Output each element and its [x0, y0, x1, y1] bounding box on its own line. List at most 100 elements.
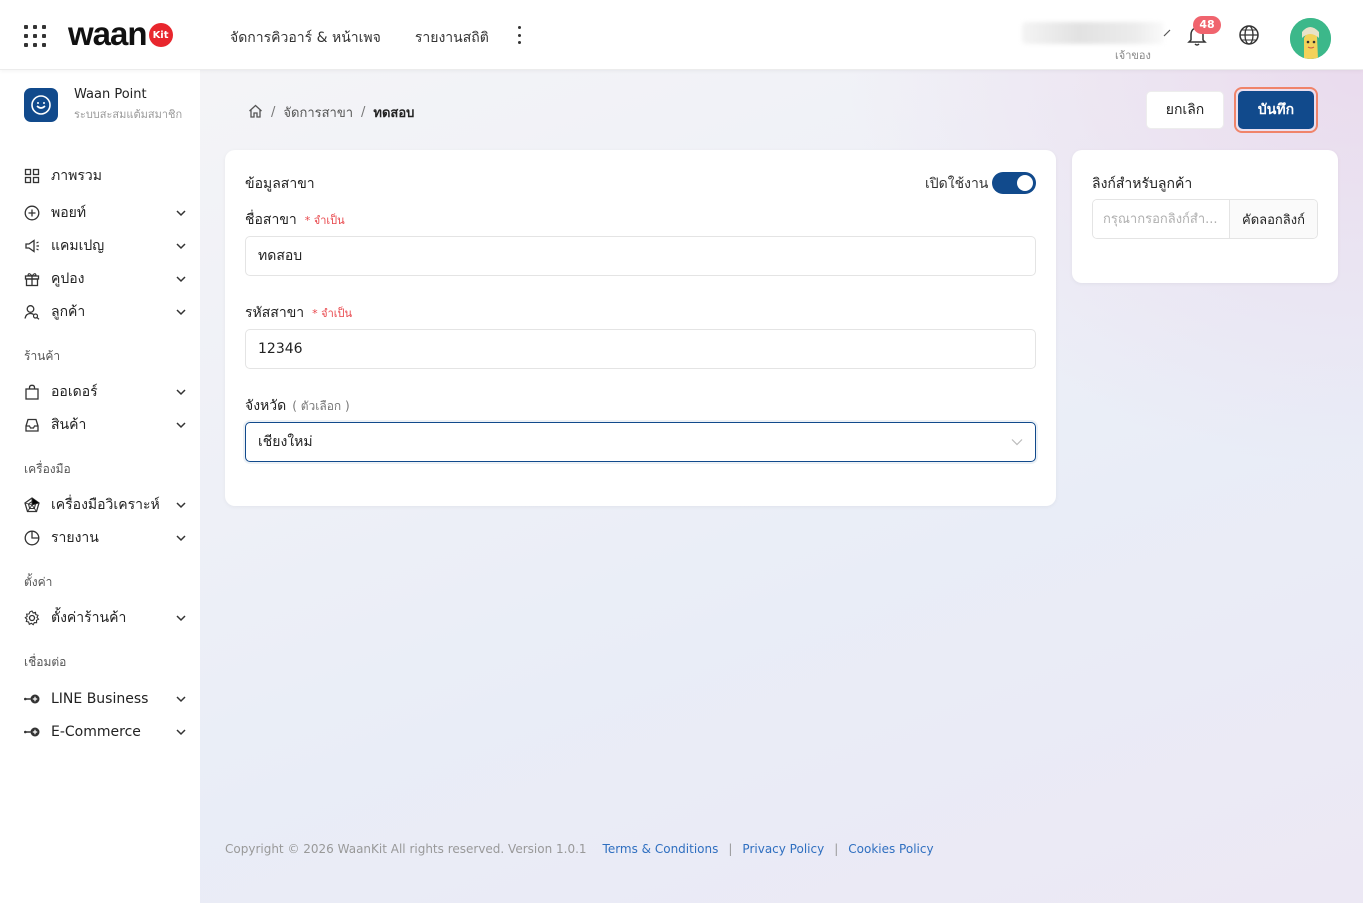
customer-link-card: ลิงก์สำหรับลูกค้า คัดลอกลิงก์ [1072, 150, 1338, 283]
sidebar-item-label: LINE Business [51, 691, 149, 707]
sidebar-item-label: พอยท์ [51, 205, 87, 221]
chevron-down-icon[interactable] [1163, 27, 1171, 40]
sidebar-item-label: ออเดอร์ [51, 384, 98, 400]
sidebar-item-label: คูปอง [51, 271, 85, 287]
user-role: เจ้าของ [1115, 49, 1151, 62]
more-menu-icon[interactable] [514, 24, 524, 46]
sidebar-item-label: แคมเปญ [51, 238, 105, 254]
apps-grid-icon[interactable] [24, 25, 46, 47]
save-button[interactable]: บันทึก [1234, 87, 1318, 133]
copy-link-button[interactable]: คัดลอกลิงก์ [1229, 200, 1317, 238]
footer-separator: | [834, 842, 839, 856]
sidebar-item-overview[interactable]: ภาพรวม [24, 164, 186, 188]
customer-link-input[interactable] [1093, 200, 1229, 238]
plus-circle-icon [24, 205, 41, 222]
shopping-bag-icon [24, 384, 41, 401]
toggle-knob [1017, 175, 1033, 191]
smile-icon [24, 88, 58, 122]
waankit-logo[interactable]: waan Kit [68, 14, 173, 54]
sidebar-item-coupon[interactable]: คูปอง [24, 267, 186, 291]
nav-qr-pages[interactable]: จัดการคิวอาร์ & หน้าเพจ [230, 27, 381, 49]
copyright-text: Copyright © 2026 WaanKit All rights rese… [225, 842, 587, 856]
sidebar-item-customer[interactable]: ลูกค้า [24, 300, 186, 324]
sidebar-item-label: ตั้งค่าร้านค้า [51, 610, 127, 626]
sidebar-item-reports[interactable]: รายงาน [24, 526, 186, 550]
branch-name-label: ชื่อสาขา * จำเป็น [245, 212, 345, 228]
sidebar-item-orders[interactable]: ออเดอร์ [24, 380, 186, 404]
cancel-button[interactable]: ยกเลิก [1146, 91, 1224, 129]
section-settings: ตั้งค่า [24, 575, 53, 589]
gear-icon [24, 609, 41, 627]
globe-icon[interactable] [1238, 24, 1260, 46]
notification-badge: 48 [1193, 16, 1221, 34]
brand-switcher[interactable]: Waan Point ระบบสะสมแต้มสมาชิก [24, 87, 182, 123]
breadcrumb-separator: / [361, 105, 366, 120]
section-tools: เครื่องมือ [24, 462, 71, 476]
active-toggle[interactable] [992, 172, 1036, 194]
card-title: ข้อมูลสาขา [245, 176, 315, 192]
branch-name-input[interactable] [245, 236, 1036, 276]
chevron-down-icon [176, 533, 186, 543]
sidebar-item-label: ภาพรวม [51, 168, 102, 184]
top-nav: จัดการคิวอาร์ & หน้าเพจ รายงานสถิติ [230, 27, 523, 49]
chevron-down-icon [176, 274, 186, 284]
breadcrumb-current: ทดสอบ [373, 106, 415, 121]
province-select[interactable]: เชียงใหม่ [245, 422, 1036, 462]
plug-connect-icon [24, 691, 41, 708]
sidebar-item-label: สินค้า [51, 417, 87, 433]
privacy-link[interactable]: Privacy Policy [742, 842, 824, 856]
sidebar-item-campaign[interactable]: แคมเปญ [24, 234, 186, 258]
chevron-down-icon [176, 694, 186, 704]
user-name-blurred[interactable] [1022, 22, 1164, 44]
chevron-down-icon [176, 387, 186, 397]
brand-name: Waan Point [74, 87, 147, 102]
sidebar: Waan Point ระบบสะสมแต้มสมาชิก ภาพรวม พอย… [0, 70, 200, 903]
chevron-down-icon [176, 500, 186, 510]
sidebar-item-label: ลูกค้า [51, 304, 86, 320]
breadcrumb: / จัดการสาขา / ทดสอบ [248, 102, 414, 123]
chevron-down-icon [176, 208, 186, 218]
optional-marker: ( ตัวเลือก ) [292, 399, 350, 413]
plug-connect-icon [24, 724, 41, 741]
chevron-down-icon [1011, 434, 1023, 450]
main-content: / จัดการสาขา / ทดสอบ ยกเลิก บันทึก ข้อมู… [200, 70, 1363, 903]
card-title: ลิงก์สำหรับลูกค้า [1092, 176, 1193, 192]
breadcrumb-separator: / [271, 105, 276, 120]
terms-link[interactable]: Terms & Conditions [603, 842, 719, 856]
sidebar-item-store-settings[interactable]: ตั้งค่าร้านค้า [24, 606, 186, 630]
province-label: จังหวัด( ตัวเลือก ) [245, 398, 350, 414]
sidebar-item-points[interactable]: พอยท์ [24, 201, 186, 225]
sidebar-item-line-business[interactable]: LINE Business [24, 687, 186, 711]
required-marker: * จำเป็น [304, 214, 345, 227]
sidebar-item-label: เครื่องมือวิเคราะห์ [51, 497, 160, 513]
breadcrumb-branch-management[interactable]: จัดการสาขา [283, 102, 353, 123]
nav-statistics-report[interactable]: รายงานสถิติ [415, 27, 489, 49]
branch-info-card: ข้อมูลสาขา เปิดใช้งาน ชื่อสาขา* จำเป็น ร… [225, 150, 1056, 506]
home-icon[interactable] [248, 104, 263, 122]
radar-chart-icon [24, 496, 41, 514]
branch-code-input[interactable] [245, 329, 1036, 369]
sidebar-item-ecommerce[interactable]: E-Commerce [24, 720, 186, 744]
logo-badge: Kit [148, 23, 173, 47]
user-search-icon [24, 304, 41, 321]
dashboard-grid-icon [24, 168, 41, 185]
section-connect: เชื่อมต่อ [24, 655, 67, 669]
required-marker: * จำเป็น [312, 307, 353, 320]
footer: Copyright © 2026 WaanKit All rights rese… [225, 842, 934, 856]
footer-separator: | [728, 842, 733, 856]
save-button-label: บันทึก [1238, 91, 1314, 129]
section-store: ร้านค้า [24, 349, 61, 363]
sidebar-item-products[interactable]: สินค้า [24, 413, 186, 437]
gift-icon [24, 271, 41, 288]
branch-code-label: รหัสสาขา * จำเป็น [245, 305, 353, 321]
chevron-down-icon [176, 420, 186, 430]
chevron-down-icon [176, 613, 186, 623]
avatar[interactable] [1290, 18, 1331, 59]
toggle-label: เปิดใช้งาน [925, 176, 989, 192]
customer-link-group: คัดลอกลิงก์ [1092, 199, 1318, 239]
top-bar: waan Kit จัดการคิวอาร์ & หน้าเพจ รายงานส… [0, 0, 1363, 70]
cookies-link[interactable]: Cookies Policy [848, 842, 933, 856]
logo-text: waan [68, 15, 148, 52]
sidebar-item-analytics[interactable]: เครื่องมือวิเคราะห์ [24, 493, 186, 517]
chevron-down-icon [176, 307, 186, 317]
